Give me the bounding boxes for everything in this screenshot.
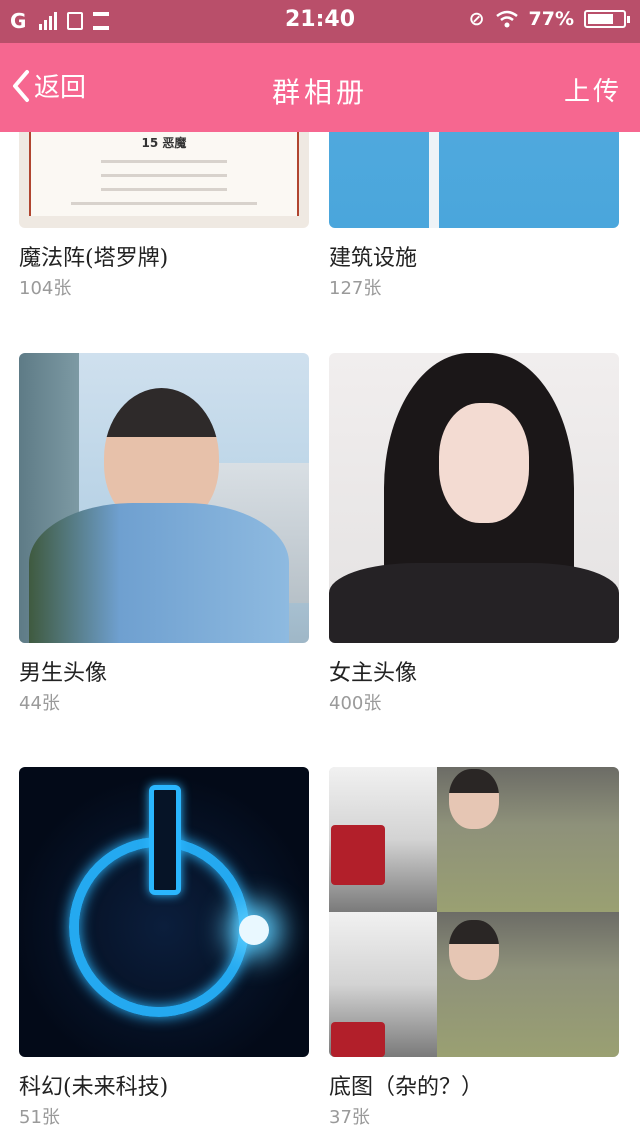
app-header: 返回 群相册 上传 xyxy=(0,43,640,132)
album-name: 科幻(未来科技) xyxy=(19,1075,169,1100)
album-count: 400张 xyxy=(329,693,382,714)
album-name: 底图（杂的？） xyxy=(329,1075,484,1100)
album-card[interactable]: 15 恶魔 魔法阵(塔罗牌) 104张 xyxy=(19,132,309,300)
album-grid: 15 恶魔 魔法阵(塔罗牌) 104张 建筑设施 127张 男生头像 44张 女… xyxy=(0,132,640,1138)
album-card[interactable]: 建筑设施 127张 xyxy=(329,132,619,300)
album-thumbnail[interactable] xyxy=(329,132,619,228)
album-thumbnail[interactable] xyxy=(19,767,309,1057)
album-name: 男生头像 xyxy=(19,661,108,686)
album-thumbnail[interactable]: 15 恶魔 xyxy=(19,132,309,228)
status-right: ⊘ 77% xyxy=(468,8,630,30)
album-thumbnail[interactable] xyxy=(329,353,619,643)
album-count: 37张 xyxy=(329,1107,370,1128)
upload-button[interactable]: 上传 xyxy=(564,71,622,108)
page-title: 群相册 xyxy=(271,76,368,109)
album-count: 127张 xyxy=(329,278,382,299)
status-bar: G 21:40 ⊘ 77% xyxy=(0,0,640,43)
mute-icon: ⊘ xyxy=(468,8,485,30)
album-count: 51张 xyxy=(19,1107,60,1128)
battery-fill xyxy=(588,14,614,24)
album-card[interactable]: 底图（杂的？） 37张 xyxy=(329,767,619,1129)
album-name: 女主头像 xyxy=(329,661,418,686)
album-card[interactable]: 男生头像 44张 xyxy=(19,353,309,715)
album-thumbnail[interactable] xyxy=(19,353,309,643)
album-thumbnail[interactable] xyxy=(329,767,619,1057)
album-card[interactable]: 科幻(未来科技) 51张 xyxy=(19,767,309,1129)
tarot-card-heading: 15 恶魔 xyxy=(141,136,187,150)
battery-percent: 77% xyxy=(528,8,574,30)
album-card[interactable]: 女主头像 400张 xyxy=(329,353,619,715)
album-count: 44张 xyxy=(19,693,60,714)
album-name: 魔法阵(塔罗牌) xyxy=(19,246,169,271)
wifi-icon xyxy=(495,10,518,28)
album-name: 建筑设施 xyxy=(329,246,418,271)
album-count: 104张 xyxy=(19,278,72,299)
battery-icon xyxy=(584,10,630,28)
